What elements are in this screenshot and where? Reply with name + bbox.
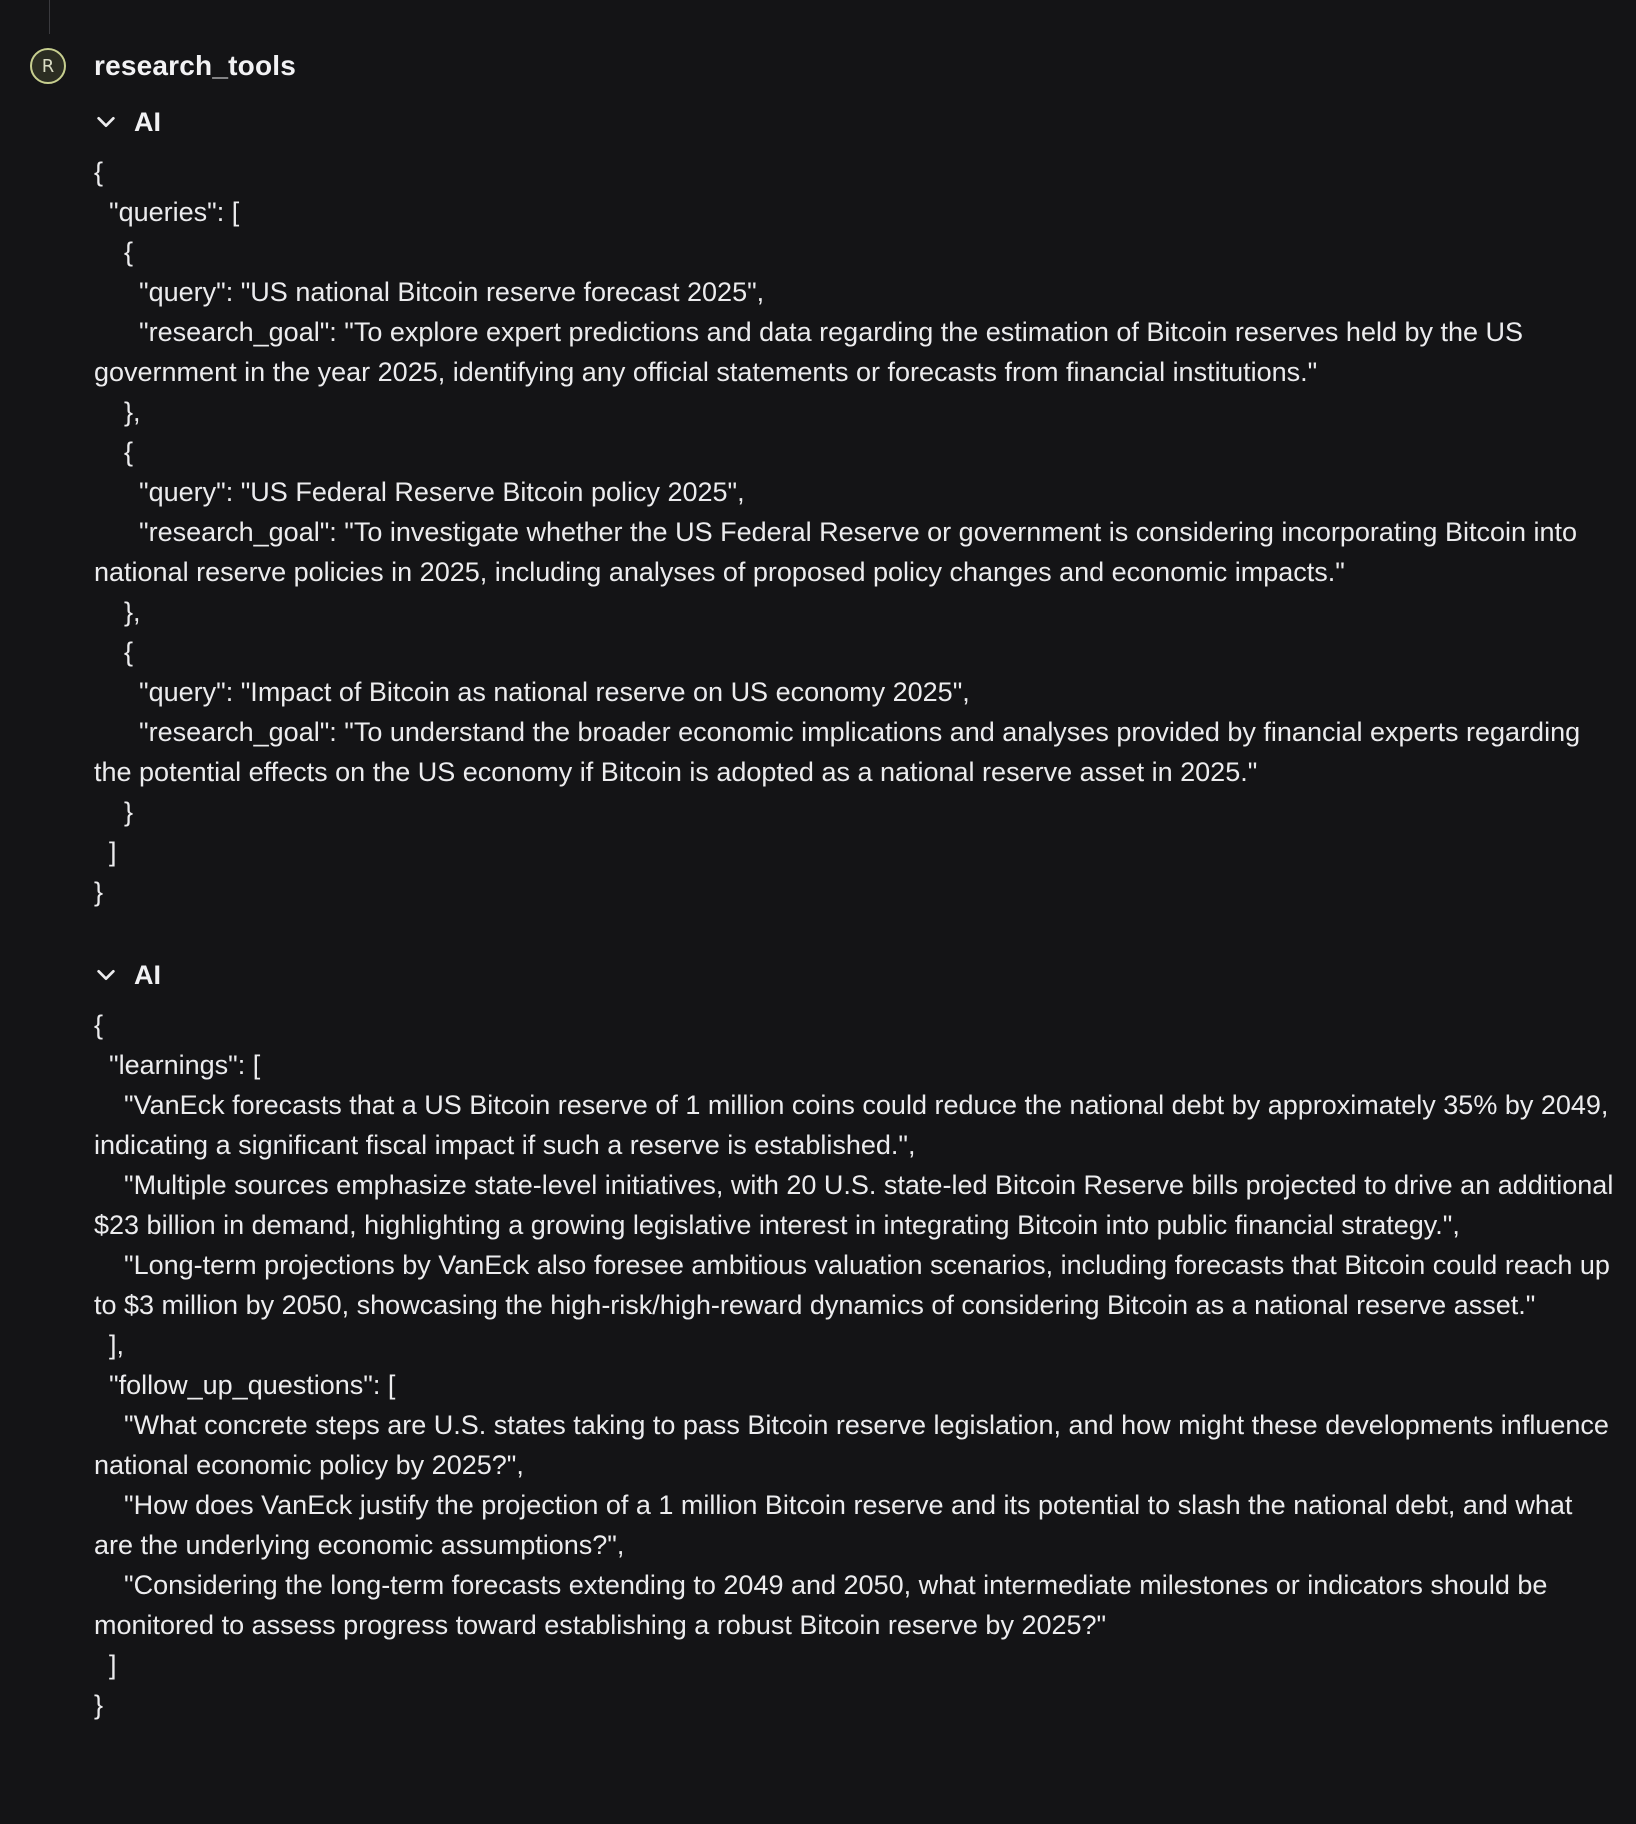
ai-section-queries: AI { "queries": [ { "query": "US nationa… xyxy=(94,102,1614,912)
ai-section-learnings: AI { "learnings": [ "VanEck forecasts th… xyxy=(94,955,1614,1725)
message-header: R research_tools xyxy=(30,46,296,86)
avatar: R xyxy=(30,48,66,84)
section-label: AI xyxy=(134,959,161,990)
json-output: { "queries": [ { "query": "US national B… xyxy=(94,157,1581,907)
ai-section-toggle[interactable]: AI xyxy=(94,955,1614,995)
thread-connector-line xyxy=(49,0,50,34)
agent-name: research_tools xyxy=(94,50,297,81)
json-output: { "learnings": [ "VanEck forecasts that … xyxy=(94,1010,1614,1720)
chevron-down-icon xyxy=(94,110,118,134)
section-label: AI xyxy=(134,106,161,137)
chevron-down-icon xyxy=(94,963,118,987)
ai-section-toggle[interactable]: AI xyxy=(94,102,1614,142)
